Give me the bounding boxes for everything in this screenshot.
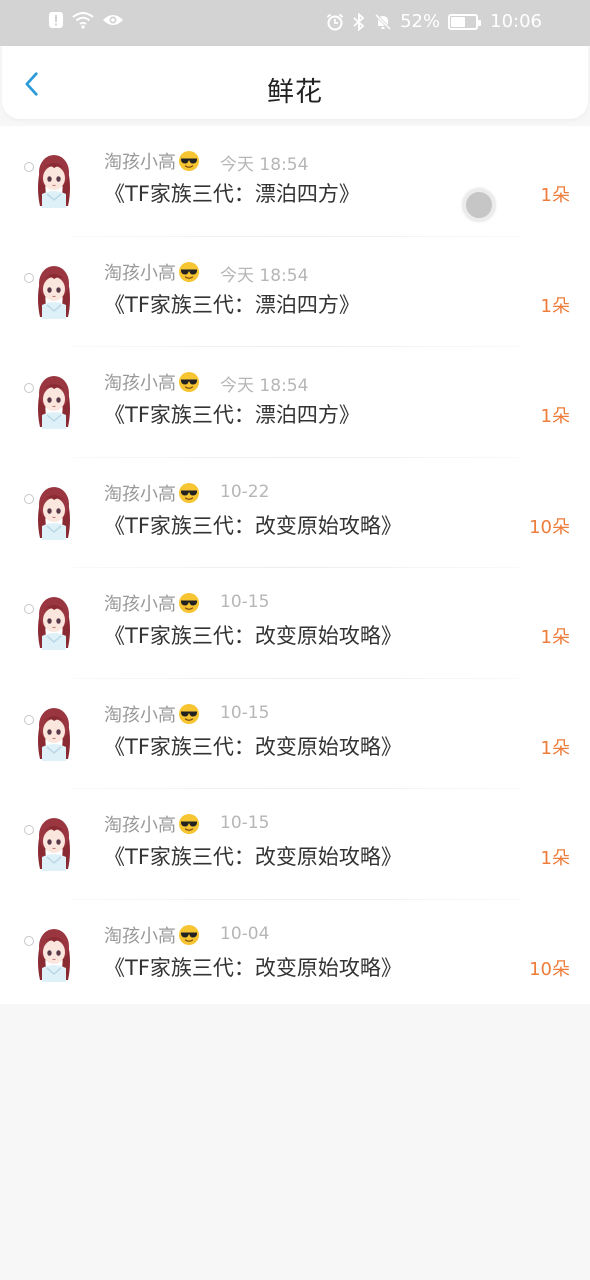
- avatar[interactable]: [30, 480, 78, 540]
- book-title[interactable]: 《TF家族三代：改变原始攻略》: [104, 510, 402, 540]
- flower-count: 10朵: [529, 958, 570, 980]
- avatar[interactable]: [30, 148, 78, 208]
- wifi-icon: [72, 12, 94, 29]
- book-title[interactable]: 《TF家族三代：漂泊四方》: [104, 178, 360, 208]
- username[interactable]: 淘孩小高: [104, 922, 200, 948]
- book-title[interactable]: 《TF家族三代：改变原始攻略》: [104, 620, 402, 650]
- flower-count: 1朵: [540, 185, 570, 206]
- list-item[interactable]: 淘孩小高 10-15 《TF家族三代：改变原始攻略》 1朵: [0, 789, 590, 900]
- timestamp: 今天 18:54: [220, 155, 309, 175]
- username-text: 淘孩小高: [104, 925, 176, 947]
- touch-indicator: [463, 189, 495, 221]
- flower-count: 1朵: [540, 627, 570, 648]
- sunglasses-emoji-icon: [179, 924, 199, 945]
- flower-count: 1朵: [540, 737, 570, 759]
- username-text: 淘孩小高: [104, 594, 176, 615]
- book-title[interactable]: 《TF家族三代：漂泊四方》: [104, 289, 360, 319]
- sunglasses-emoji-icon: [179, 261, 199, 282]
- sunglasses-emoji-icon: [179, 703, 199, 724]
- list-item[interactable]: 淘孩小高 今天 18:54 《TF家族三代：漂泊四方》 1朵: [0, 347, 590, 458]
- username[interactable]: 淘孩小高: [104, 701, 200, 727]
- sunglasses-emoji-icon: [179, 593, 199, 613]
- battery-percent: 52%: [400, 11, 441, 32]
- avatar[interactable]: [30, 259, 78, 319]
- timestamp: 10-15: [220, 813, 270, 833]
- username[interactable]: 淘孩小高: [104, 369, 200, 395]
- avatar[interactable]: [30, 922, 78, 982]
- flower-record-list: 淘孩小高 今天 18:54 《TF家族三代：漂泊四方》 1朵 淘孩小高 今天 1…: [0, 126, 590, 1004]
- flower-count: 10朵: [529, 516, 570, 538]
- list-item[interactable]: 淘孩小高 10-15 《TF家族三代：改变原始攻略》 1朵: [0, 679, 590, 789]
- username[interactable]: 淘孩小高: [104, 590, 200, 616]
- username[interactable]: 淘孩小高: [104, 811, 200, 837]
- avatar[interactable]: [30, 590, 78, 650]
- list-item[interactable]: 淘孩小高 10-22 《TF家族三代：改变原始攻略》 10朵: [0, 458, 590, 568]
- sunglasses-emoji-icon: [179, 151, 199, 171]
- list-item[interactable]: 淘孩小高 今天 18:54 《TF家族三代：漂泊四方》 1朵: [0, 237, 590, 347]
- page-title: 鲜花: [267, 77, 323, 108]
- list-item[interactable]: 淘孩小高 今天 18:54 《TF家族三代：漂泊四方》 1朵: [0, 126, 590, 237]
- username-text: 淘孩小高: [104, 483, 176, 505]
- book-title[interactable]: 《TF家族三代：改变原始攻略》: [104, 731, 402, 761]
- status-right-icons: 52% 10:06: [326, 11, 542, 32]
- alert-icon: [49, 12, 63, 28]
- timestamp: 10-04: [220, 923, 270, 944]
- username-text: 淘孩小高: [104, 262, 176, 284]
- username-text: 淘孩小高: [104, 815, 176, 836]
- timestamp: 今天 18:54: [220, 376, 309, 396]
- status-bar: 52% 10:06: [0, 0, 590, 46]
- avatar[interactable]: [30, 811, 78, 871]
- alarm-icon: [326, 13, 344, 30]
- status-left-icons: [48, 11, 124, 29]
- flower-count: 1朵: [540, 406, 570, 427]
- username-text: 淘孩小高: [104, 373, 176, 394]
- sunglasses-emoji-icon: [179, 372, 199, 392]
- bluetooth-icon: [353, 12, 365, 31]
- avatar[interactable]: [30, 369, 78, 429]
- mute-icon: [375, 13, 392, 30]
- book-title[interactable]: 《TF家族三代：改变原始攻略》: [104, 952, 402, 982]
- username[interactable]: 淘孩小高: [104, 148, 200, 174]
- timestamp: 10-22: [220, 481, 270, 502]
- flower-count: 1朵: [540, 295, 570, 317]
- book-title[interactable]: 《TF家族三代：改变原始攻略》: [104, 841, 402, 871]
- username[interactable]: 淘孩小高: [104, 259, 200, 285]
- clock: 10:06: [490, 11, 542, 32]
- sunglasses-emoji-icon: [179, 482, 199, 503]
- flower-count: 1朵: [540, 848, 570, 869]
- username-text: 淘孩小高: [104, 704, 176, 726]
- eye-icon: [103, 15, 123, 25]
- avatar[interactable]: [30, 701, 78, 761]
- timestamp: 10-15: [220, 702, 270, 723]
- list-item[interactable]: 淘孩小高 10-04 《TF家族三代：改变原始攻略》 10朵: [0, 900, 590, 1011]
- sunglasses-emoji-icon: [179, 814, 199, 834]
- username[interactable]: 淘孩小高: [104, 480, 200, 506]
- list-item[interactable]: 淘孩小高 10-15 《TF家族三代：改变原始攻略》 1朵: [0, 568, 590, 679]
- timestamp: 10-15: [220, 592, 270, 612]
- timestamp: 今天 18:54: [220, 265, 309, 286]
- nav-bar: 鲜花: [2, 46, 588, 119]
- battery-icon: [448, 13, 482, 30]
- book-title[interactable]: 《TF家族三代：漂泊四方》: [104, 399, 360, 429]
- username-text: 淘孩小高: [104, 152, 176, 173]
